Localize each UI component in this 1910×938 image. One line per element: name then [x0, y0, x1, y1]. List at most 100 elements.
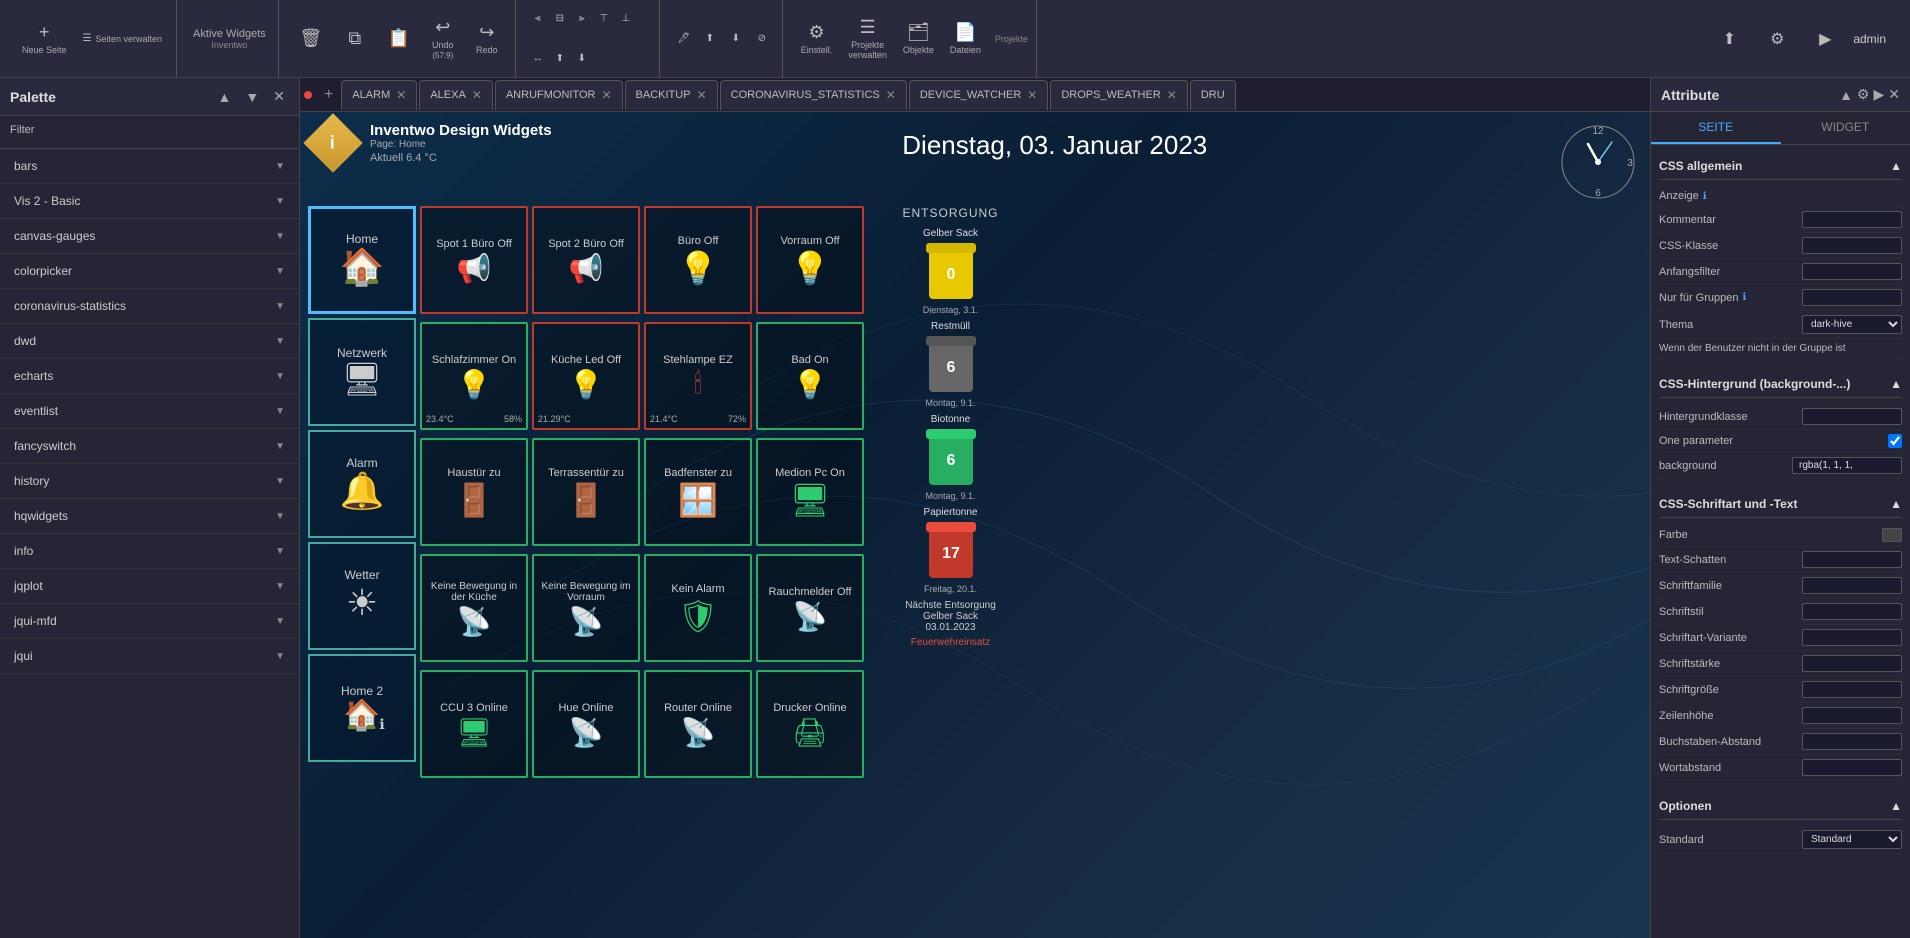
anfangsfilter-input[interactable]	[1802, 263, 1902, 280]
widget-haustur-zu[interactable]: Haustür zu 🚪	[420, 438, 528, 546]
tab-add-button[interactable]: +	[316, 82, 341, 108]
attr-up-button[interactable]: ▲	[1839, 86, 1853, 103]
nav-widget-home[interactable]: Home 🏠	[308, 206, 416, 314]
pages-manage-button[interactable]: ☰ Seiten verwalten	[77, 29, 169, 48]
attr-expand-button[interactable]: ▶	[1873, 86, 1884, 103]
align-bottom-button[interactable]: ⊥	[616, 11, 636, 26]
widget-badfenster-zu[interactable]: Badfenster zu 🪟	[644, 438, 752, 546]
align-left-button[interactable]: ⫷	[528, 11, 548, 26]
copy-button[interactable]: ⧉	[335, 24, 375, 53]
tab-backitup[interactable]: BACKITUP ✕	[625, 80, 718, 110]
gruppen-input[interactable]	[1802, 289, 1902, 306]
widget-rauchmelder-off[interactable]: Rauchmelder Off 📡	[756, 554, 864, 662]
widget-spot1-buro-off[interactable]: Spot 1 Büro Off 📢	[420, 206, 528, 314]
schriftstarke-input[interactable]	[1802, 655, 1902, 672]
palette-item-info[interactable]: info ▼	[0, 534, 299, 569]
attr-section-hintergrund-header[interactable]: CSS-Hintergrund (background-...) ▲	[1659, 371, 1902, 398]
align-stretch-button[interactable]: ↔	[528, 51, 548, 66]
redo-button[interactable]: ↪ Redo	[467, 18, 507, 59]
nav-widget-home2[interactable]: Home 2 🏠ℹ	[308, 654, 416, 762]
standard-select[interactable]: Standard	[1802, 830, 1902, 849]
tab-device-watcher[interactable]: DEVICE_WATCHER ✕	[909, 80, 1049, 110]
attr-section-css-allgemein-header[interactable]: CSS allgemein ▲	[1659, 153, 1902, 180]
user-settings-button[interactable]: ⚙	[1757, 25, 1797, 53]
palette-item-dwd[interactable]: dwd ▼	[0, 324, 299, 359]
palette-item-jqui-mfd[interactable]: jqui-mfd ▼	[0, 604, 299, 639]
one-parameter-checkbox[interactable]	[1888, 434, 1902, 448]
farbe-color-swatch[interactable]	[1882, 528, 1902, 542]
palette-item-coronavirus-statistics[interactable]: coronavirus-statistics ▼	[0, 289, 299, 324]
widget-ccu3-online[interactable]: CCU 3 Online 🖥	[420, 670, 528, 778]
nav-widget-alarm[interactable]: Alarm 🔔	[308, 430, 416, 538]
widget-kuche-led-off[interactable]: Küche Led Off 💡 21.29°C	[532, 322, 640, 430]
download-button[interactable]: ⬇	[724, 31, 748, 46]
widget-hue-online[interactable]: Hue Online 📡	[532, 670, 640, 778]
widget-terrassentur-zu[interactable]: Terrassentür zu 🚪	[532, 438, 640, 546]
palette-item-echarts[interactable]: echarts ▼	[0, 359, 299, 394]
align-center-button[interactable]: ⊟	[550, 11, 570, 26]
widget-stehlampe-ez[interactable]: Stehlampe EZ 🕯 21.4°C 72%	[644, 322, 752, 430]
palette-item-history[interactable]: history ▼	[0, 464, 299, 499]
tab-coronavirus[interactable]: CORONAVIRUS_STATISTICS ✕	[720, 80, 907, 110]
palette-item-bars[interactable]: bars ▼	[0, 149, 299, 184]
schriftstil-input[interactable]	[1802, 603, 1902, 620]
zeilenhohe-input[interactable]	[1802, 707, 1902, 724]
disable-button[interactable]: ⊘	[750, 31, 774, 46]
palette-item-hqwidgets[interactable]: hqwidgets ▼	[0, 499, 299, 534]
export2-button[interactable]: 🖊	[672, 31, 696, 46]
palette-up-button[interactable]: ▲	[214, 86, 236, 107]
info-icon-gruppen[interactable]: ℹ	[1742, 292, 1746, 303]
css-klasse-input[interactable]	[1802, 237, 1902, 254]
background-input[interactable]	[1792, 457, 1902, 474]
wortabstand-input[interactable]	[1802, 759, 1902, 776]
attr-section-schrift-header[interactable]: CSS-Schriftart und -Text ▲	[1659, 491, 1902, 518]
settings-button[interactable]: ⚙ Einstell.	[795, 18, 839, 59]
widget-schlafzimmer-on[interactable]: Schlafzimmer On 💡 23.4°C 58%	[420, 322, 528, 430]
info-icon-anzeige[interactable]: ℹ	[1703, 191, 1707, 202]
attr-settings-button[interactable]: ⚙	[1857, 86, 1870, 103]
projekte-verwalten-button[interactable]: ☰ Projekteverwalten	[842, 13, 893, 64]
palette-item-jqplot[interactable]: jqplot ▼	[0, 569, 299, 604]
schriftgrosse-input[interactable]	[1802, 681, 1902, 698]
tab-alexa-close[interactable]: ✕	[472, 88, 482, 102]
tab-alexa[interactable]: ALEXA ✕	[419, 80, 493, 110]
palette-close-button[interactable]: ✕	[269, 86, 289, 107]
widget-vorraum-off[interactable]: Vorraum Off 💡	[756, 206, 864, 314]
export-button[interactable]: ⬆	[550, 51, 570, 66]
tab-backitup-close[interactable]: ✕	[697, 88, 707, 102]
attr-section-optionen-header[interactable]: Optionen ▲	[1659, 793, 1902, 820]
thema-select[interactable]: dark-hive	[1802, 315, 1902, 334]
widget-medion-pc-on[interactable]: Medion Pc On 🖥	[756, 438, 864, 546]
align-top-button[interactable]: ⊤	[594, 11, 614, 26]
objekte-button[interactable]: 🗂 Objekte	[897, 18, 940, 59]
tab-drops-weather[interactable]: DROPS_WEATHER ✕	[1050, 80, 1187, 110]
palette-item-jqui[interactable]: jqui ▼	[0, 639, 299, 674]
attr-close-button[interactable]: ✕	[1888, 86, 1900, 103]
kommentar-input[interactable]	[1802, 211, 1902, 228]
tab-anrufmonitor[interactable]: ANRUFMONITOR ✕	[495, 80, 623, 110]
dateien-button[interactable]: 📄 Dateien	[944, 18, 987, 59]
tab-alarm[interactable]: ALARM ✕	[341, 80, 417, 110]
hintergrundklasse-input[interactable]	[1802, 408, 1902, 425]
play-button[interactable]: ▶	[1805, 25, 1845, 53]
nav-widget-wetter[interactable]: Wetter ☀	[308, 542, 416, 650]
palette-item-canvas-gauges[interactable]: canvas-gauges ▼	[0, 219, 299, 254]
widget-bad-on[interactable]: Bad On 💡	[756, 322, 864, 430]
palette-collapse-button[interactable]: ▼	[241, 86, 263, 107]
palette-item-eventlist[interactable]: eventlist ▼	[0, 394, 299, 429]
tab-coronavirus-close[interactable]: ✕	[886, 88, 896, 102]
tab-seite[interactable]: SEITE	[1651, 112, 1781, 144]
paste-button[interactable]: 📋	[379, 24, 419, 53]
palette-item-fancyswitch[interactable]: fancyswitch ▼	[0, 429, 299, 464]
delete-button[interactable]: 🗑	[291, 24, 331, 53]
tab-drops-weather-close[interactable]: ✕	[1167, 88, 1177, 102]
palette-item-colorpicker[interactable]: colorpicker ▼	[0, 254, 299, 289]
widget-keine-bewegung-kuche[interactable]: Keine Bewegung in der Küche 📡	[420, 554, 528, 662]
widget-router-online[interactable]: Router Online 📡	[644, 670, 752, 778]
undo-button[interactable]: ↩ Undo(57:9)	[423, 13, 463, 64]
tab-widget[interactable]: WIDGET	[1781, 112, 1910, 144]
text-schatten-input[interactable]	[1802, 551, 1902, 568]
import-button[interactable]: ⬇	[572, 51, 592, 66]
nav-widget-netzwerk[interactable]: Netzwerk 🖥	[308, 318, 416, 426]
widget-drucker-online[interactable]: Drucker Online 🖨	[756, 670, 864, 778]
